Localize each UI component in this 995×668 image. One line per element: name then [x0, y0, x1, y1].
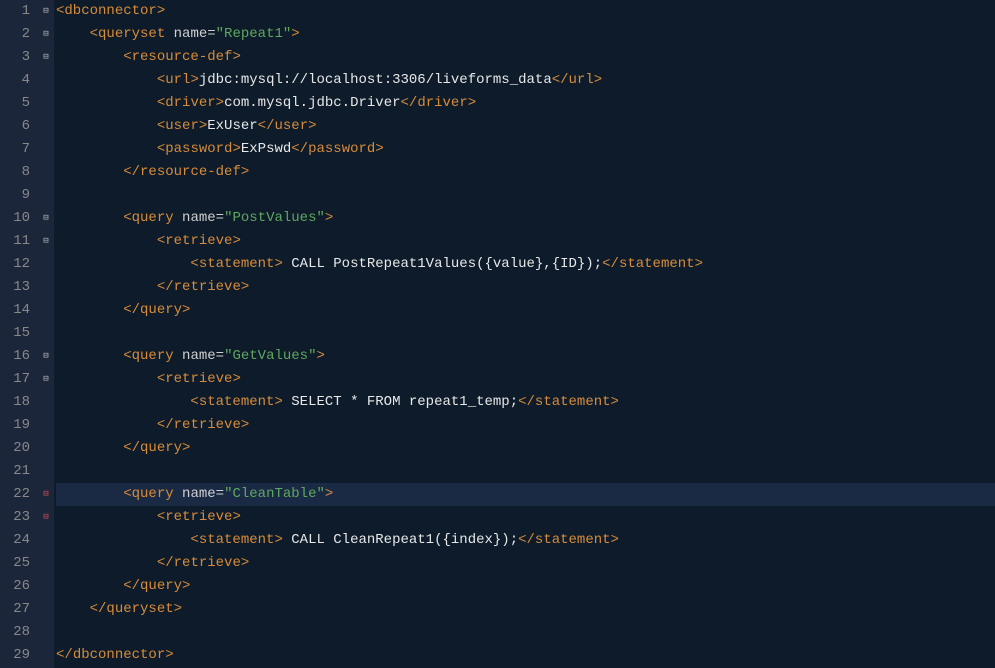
- code-line[interactable]: <retrieve>: [56, 230, 995, 253]
- line-number[interactable]: 28: [0, 621, 32, 644]
- fold-spacer: [38, 69, 54, 92]
- code-line[interactable]: </retrieve>: [56, 276, 995, 299]
- line-number[interactable]: 12: [0, 253, 32, 276]
- code-line[interactable]: <statement> SELECT * FROM repeat1_temp;<…: [56, 391, 995, 414]
- fold-spacer: [38, 644, 54, 667]
- fold-spacer: [38, 253, 54, 276]
- code-line[interactable]: <statement> CALL CleanRepeat1({index});<…: [56, 529, 995, 552]
- fold-toggle-icon[interactable]: ⊟: [38, 368, 54, 391]
- code-line[interactable]: <dbconnector>: [56, 0, 995, 23]
- fold-spacer: [38, 138, 54, 161]
- code-editor: 1234567891011121314151617181920212223242…: [0, 0, 995, 668]
- code-line[interactable]: </dbconnector>: [56, 644, 995, 667]
- line-number[interactable]: 17: [0, 368, 32, 391]
- fold-spacer: [38, 92, 54, 115]
- fold-spacer: [38, 552, 54, 575]
- line-number[interactable]: 2: [0, 23, 32, 46]
- fold-spacer: [38, 621, 54, 644]
- line-number[interactable]: 18: [0, 391, 32, 414]
- fold-toggle-icon[interactable]: ⊟: [38, 230, 54, 253]
- code-line[interactable]: <user>ExUser</user>: [56, 115, 995, 138]
- fold-spacer: [38, 299, 54, 322]
- line-number[interactable]: 25: [0, 552, 32, 575]
- code-line[interactable]: </query>: [56, 437, 995, 460]
- code-line[interactable]: <driver>com.mysql.jdbc.Driver</driver>: [56, 92, 995, 115]
- code-line[interactable]: <statement> CALL PostRepeat1Values({valu…: [56, 253, 995, 276]
- fold-spacer: [38, 184, 54, 207]
- line-number[interactable]: 8: [0, 161, 32, 184]
- code-line[interactable]: <query name="PostValues">: [56, 207, 995, 230]
- code-line[interactable]: </retrieve>: [56, 414, 995, 437]
- fold-spacer: [38, 414, 54, 437]
- fold-spacer: [38, 460, 54, 483]
- line-number[interactable]: 6: [0, 115, 32, 138]
- fold-toggle-icon[interactable]: ⊟: [38, 0, 54, 23]
- line-number-gutter[interactable]: 1234567891011121314151617181920212223242…: [0, 0, 38, 668]
- line-number[interactable]: 9: [0, 184, 32, 207]
- fold-spacer: [38, 115, 54, 138]
- code-line[interactable]: <retrieve>: [56, 368, 995, 391]
- line-number[interactable]: 3: [0, 46, 32, 69]
- code-line[interactable]: <queryset name="Repeat1">: [56, 23, 995, 46]
- line-number[interactable]: 15: [0, 322, 32, 345]
- fold-toggle-icon[interactable]: ⊟: [38, 207, 54, 230]
- code-line[interactable]: <resource-def>: [56, 46, 995, 69]
- fold-spacer: [38, 575, 54, 598]
- line-number[interactable]: 7: [0, 138, 32, 161]
- code-line[interactable]: <url>jdbc:mysql://localhost:3306/livefor…: [56, 69, 995, 92]
- fold-column[interactable]: ⊟⊟⊟⊟⊟⊟⊟⊟⊟: [38, 0, 54, 668]
- code-line[interactable]: [56, 460, 995, 483]
- line-number[interactable]: 22: [0, 483, 32, 506]
- fold-toggle-icon[interactable]: ⊟: [38, 506, 54, 529]
- line-number[interactable]: 5: [0, 92, 32, 115]
- line-number[interactable]: 19: [0, 414, 32, 437]
- code-line[interactable]: [56, 184, 995, 207]
- code-line[interactable]: [56, 322, 995, 345]
- line-number[interactable]: 1: [0, 0, 32, 23]
- line-number[interactable]: 27: [0, 598, 32, 621]
- code-line[interactable]: </query>: [56, 575, 995, 598]
- fold-toggle-icon[interactable]: ⊟: [38, 23, 54, 46]
- fold-toggle-icon[interactable]: ⊟: [38, 46, 54, 69]
- fold-spacer: [38, 391, 54, 414]
- code-area[interactable]: <dbconnector> <queryset name="Repeat1"> …: [54, 0, 995, 668]
- fold-spacer: [38, 437, 54, 460]
- code-line[interactable]: <query name="GetValues">: [56, 345, 995, 368]
- fold-spacer: [38, 161, 54, 184]
- line-number[interactable]: 29: [0, 644, 32, 667]
- line-number[interactable]: 21: [0, 460, 32, 483]
- fold-spacer: [38, 529, 54, 552]
- line-number[interactable]: 11: [0, 230, 32, 253]
- code-line[interactable]: </query>: [56, 299, 995, 322]
- code-line[interactable]: </resource-def>: [56, 161, 995, 184]
- fold-spacer: [38, 598, 54, 621]
- fold-toggle-icon[interactable]: ⊟: [38, 345, 54, 368]
- line-number[interactable]: 16: [0, 345, 32, 368]
- line-number[interactable]: 13: [0, 276, 32, 299]
- code-line[interactable]: [56, 621, 995, 644]
- fold-toggle-icon[interactable]: ⊟: [38, 483, 54, 506]
- fold-spacer: [38, 322, 54, 345]
- code-line[interactable]: <query name="CleanTable">: [56, 483, 995, 506]
- code-line[interactable]: <retrieve>: [56, 506, 995, 529]
- code-line[interactable]: </queryset>: [56, 598, 995, 621]
- line-number[interactable]: 26: [0, 575, 32, 598]
- line-number[interactable]: 20: [0, 437, 32, 460]
- line-number[interactable]: 23: [0, 506, 32, 529]
- line-number[interactable]: 4: [0, 69, 32, 92]
- code-line[interactable]: </retrieve>: [56, 552, 995, 575]
- code-line[interactable]: <password>ExPswd</password>: [56, 138, 995, 161]
- line-number[interactable]: 14: [0, 299, 32, 322]
- line-number[interactable]: 24: [0, 529, 32, 552]
- fold-spacer: [38, 276, 54, 299]
- line-number[interactable]: 10: [0, 207, 32, 230]
